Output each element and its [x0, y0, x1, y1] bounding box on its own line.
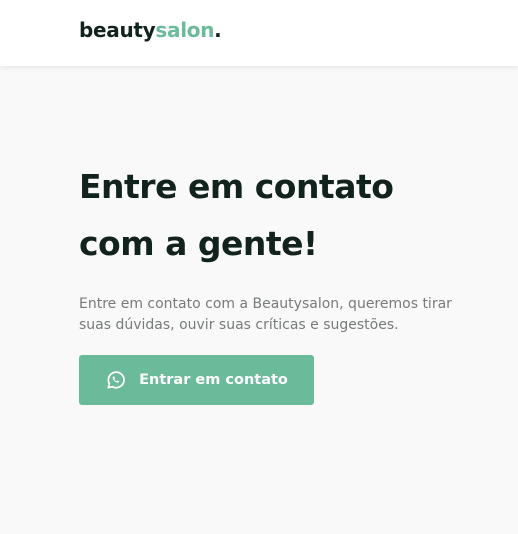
hero-description: Entre em contato com a Beautysalon, quer… [79, 296, 452, 333]
logo-text-beauty: beauty [79, 18, 156, 42]
whatsapp-icon [105, 369, 127, 391]
contact-button-label: Entrar em contato [139, 372, 288, 388]
site-header: beautysalon. [0, 0, 518, 66]
hero-title-line-2: com a gente! [79, 224, 318, 263]
brand-logo[interactable]: beautysalon. [79, 18, 222, 42]
logo-dot: . [214, 18, 222, 42]
contact-whatsapp-button[interactable]: Entrar em contato [79, 355, 314, 405]
hero-title: Entre em contato com a gente! [79, 158, 499, 272]
contact-hero: Entre em contato com a gente! Entre em c… [79, 158, 499, 336]
hero-title-line-1: Entre em contato [79, 167, 394, 206]
logo-text-salon: salon [155, 18, 215, 42]
